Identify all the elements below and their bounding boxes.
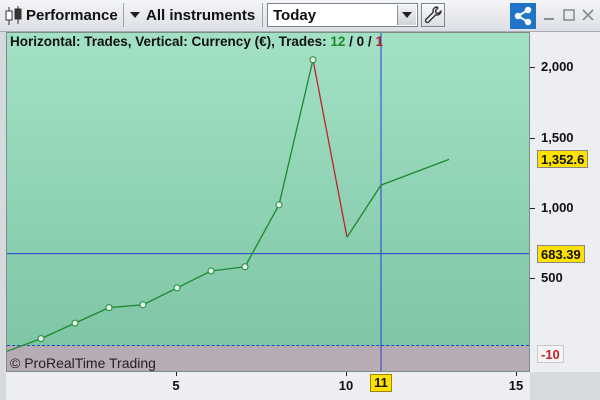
equity-gain-segment	[40, 322, 76, 340]
maximize-icon[interactable]	[561, 6, 577, 24]
equity-gain-segment	[346, 184, 382, 238]
crosshair-x-value-tag: 11	[370, 374, 392, 392]
y-axis[interactable]: 500 1,000 1,500 2,000	[530, 32, 600, 372]
y-tick-label: 1,500	[541, 129, 574, 145]
toolbar-separator	[262, 3, 263, 27]
x-tick-mark	[516, 372, 517, 376]
copyright-text: © ProRealTime Trading	[10, 355, 156, 371]
chart-header: Horizontal: Trades, Vertical: Currency (…	[10, 34, 383, 49]
trade-point-marker	[275, 201, 283, 209]
x-tick-mark	[176, 372, 177, 376]
trades-lost-count: 1	[375, 34, 383, 49]
trade-point-marker	[173, 284, 181, 292]
trade-point-marker	[71, 319, 79, 327]
trade-point-marker	[241, 263, 249, 271]
trades-separator: /	[364, 34, 376, 49]
equity-gain-segment	[176, 270, 212, 289]
period-select[interactable]: Today	[267, 3, 418, 27]
settings-wrench-button[interactable]	[421, 3, 445, 27]
trade-point-marker	[139, 301, 147, 309]
equity-gain-segment	[210, 266, 246, 272]
x-tick-label: 15	[508, 378, 524, 393]
trade-point-marker	[105, 304, 113, 312]
instruments-label: All instruments	[146, 6, 256, 24]
equity-gain-segment	[380, 158, 450, 186]
toolbar-separator	[123, 3, 124, 27]
y-tick-mark	[530, 278, 535, 280]
x-tick-mark	[346, 372, 347, 376]
close-icon[interactable]	[580, 6, 596, 24]
share-button[interactable]	[510, 3, 536, 29]
y-tick-label: 500	[541, 270, 563, 286]
chart-header-text: Horizontal: Trades, Vertical: Currency (…	[10, 34, 331, 49]
x-axis[interactable]: 5 10 15	[6, 372, 530, 400]
crosshair-y-value-tag: 683.39	[537, 244, 585, 263]
trade-point-marker	[37, 335, 45, 343]
y-tick-mark	[530, 208, 535, 210]
equity-loss-segment	[312, 59, 348, 238]
zero-line-value-tag: -10	[537, 345, 564, 364]
performance-button[interactable]: Performance	[26, 3, 120, 27]
toolbar: Performance All instruments Today	[0, 0, 600, 32]
x-tick-label: 10	[338, 378, 354, 393]
trades-won-count: 12	[330, 34, 346, 49]
all-instruments-dropdown[interactable]: All instruments	[130, 3, 260, 27]
x-tick-label: 5	[172, 378, 180, 393]
trades-separator: /	[345, 34, 357, 49]
chart-plot-area[interactable]: Horizontal: Trades, Vertical: Currency (…	[6, 32, 530, 372]
minimize-icon[interactable]	[541, 6, 557, 24]
candlestick-chart-icon[interactable]	[4, 5, 24, 27]
y-tick-mark	[530, 137, 535, 139]
wrench-icon	[424, 6, 442, 24]
last-value-tag: 1,352.6	[537, 150, 589, 169]
trade-point-marker	[309, 56, 317, 64]
period-dropdown-button[interactable]	[397, 5, 416, 25]
chevron-down-icon	[402, 12, 412, 18]
equity-gain-segment	[244, 204, 280, 268]
y-tick-mark	[530, 67, 535, 69]
equity-gain-segment	[74, 307, 110, 324]
trade-point-marker	[207, 267, 215, 275]
share-icon	[514, 6, 532, 26]
y-tick-label: 1,000	[541, 200, 574, 216]
equity-gain-segment	[108, 304, 144, 309]
performance-label: Performance	[26, 6, 118, 24]
period-value: Today	[273, 7, 317, 24]
chevron-down-icon	[130, 12, 140, 18]
equity-gain-segment	[7, 337, 42, 352]
equity-gain-segment	[142, 287, 178, 306]
equity-gain-segment	[278, 59, 314, 205]
y-tick-label: 2,000	[541, 59, 574, 75]
chart-canvas	[7, 33, 529, 371]
